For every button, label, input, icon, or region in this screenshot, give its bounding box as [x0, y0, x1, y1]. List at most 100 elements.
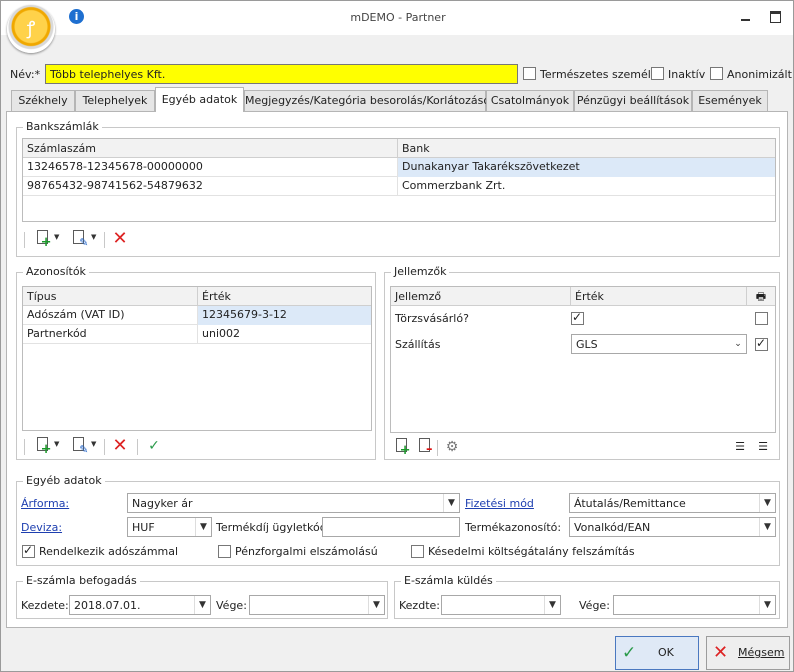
currency-link[interactable]: Deviza:: [21, 521, 62, 534]
table-row[interactable]: Szállítás GLS ⌄: [391, 332, 775, 358]
grid-header: Számlaszám Bank: [23, 139, 775, 158]
other-data-group: Egyéb adatok Árforma: Nagyker ár ▼ Fizet…: [16, 474, 780, 566]
chevron-down-icon[interactable]: ▼: [544, 596, 560, 614]
identifiers-toolbar: ▼ ▼ ✕ ✓: [22, 437, 202, 457]
account-number: 13246578-12345678-00000000: [23, 158, 398, 177]
chevron-down-icon[interactable]: ⌄: [730, 335, 746, 353]
tab-panel: Bankszámlák Számlaszám Bank 13246578-123…: [6, 111, 788, 628]
chevron-down-icon[interactable]: ▼: [54, 440, 59, 448]
check-icon: ✓: [622, 643, 637, 663]
add-doc-icon[interactable]: [393, 438, 410, 457]
grid-header: Típus Érték: [23, 287, 371, 306]
natural-person-checkbox[interactable]: [523, 67, 536, 80]
bank-name: Commerzbank Zrt.: [402, 179, 506, 192]
bank-name: Dunakanyar Takarékszövetkezet: [398, 158, 775, 177]
einvoice-send-start-label: Kezdte:: [399, 599, 440, 612]
chevron-down-icon[interactable]: ▼: [443, 494, 459, 512]
check-icon[interactable]: ✓: [146, 437, 162, 455]
delete-icon[interactable]: ✕: [112, 230, 128, 248]
chevron-down-icon[interactable]: ▼: [54, 233, 59, 241]
bank-accounts-group: Bankszámlák Számlaszám Bank 13246578-123…: [16, 120, 780, 257]
attr-flag-checkbox[interactable]: [755, 336, 768, 351]
remove-doc-icon[interactable]: [416, 438, 433, 456]
other-data-title: Egyéb adatok: [23, 474, 105, 487]
ok-button[interactable]: ✓ OK: [615, 636, 699, 670]
gear-icon[interactable]: ⚙: [444, 438, 460, 456]
cancel-button[interactable]: ✕ Mégsem: [706, 636, 790, 670]
add-doc-icon[interactable]: [34, 230, 51, 249]
col-bank[interactable]: Bank: [398, 139, 775, 158]
chevron-down-icon[interactable]: ▼: [759, 518, 775, 536]
tab-megjegyzes[interactable]: Megjegyzés/Kategória besorolás/Korlátozá…: [244, 90, 496, 112]
attr-flag-checkbox[interactable]: [755, 312, 768, 325]
chevron-down-icon[interactable]: ▼: [194, 596, 210, 614]
tab-esemenyek[interactable]: Események: [692, 90, 768, 112]
col-ertek[interactable]: Érték: [198, 287, 371, 306]
tab-telephelyek[interactable]: Telephelyek: [75, 90, 155, 112]
tab-egyeb-adatok[interactable]: Egyéb adatok: [155, 87, 244, 112]
delete-icon[interactable]: ✕: [112, 437, 128, 455]
arforma-link[interactable]: Árforma:: [21, 497, 69, 510]
table-row[interactable]: Partnerkód uni002: [23, 325, 371, 344]
attributes-grid: Jellemző Érték 🖶 Törzsvásárló? Szállítás…: [390, 286, 776, 433]
print-icon[interactable]: 🖶: [747, 287, 775, 306]
has-tax-number-label: Rendelkezik adószámmal: [39, 545, 179, 558]
chevron-down-icon[interactable]: ▼: [91, 233, 96, 241]
align-right-icon[interactable]: ☰: [732, 438, 748, 456]
shipping-select[interactable]: GLS ⌄: [571, 334, 747, 354]
currency-select[interactable]: HUF ▼: [127, 517, 212, 537]
cash-accounting-checkbox[interactable]: [218, 545, 231, 558]
attributes-title: Jellemzők: [391, 265, 450, 278]
product-id-select[interactable]: Vonalkód/EAN ▼: [569, 517, 776, 537]
einvoice-send-start-date[interactable]: ▼: [441, 595, 561, 615]
table-row[interactable]: 98765432-98741562-54879632 Commerzbank Z…: [23, 177, 775, 196]
bank-accounts-title: Bankszámlák: [23, 120, 102, 133]
minimize-button[interactable]: [739, 9, 753, 23]
anonymized-label: Anonimizált: [727, 68, 792, 81]
maximize-button[interactable]: [769, 9, 783, 23]
arforma-select[interactable]: Nagyker ár ▼: [127, 493, 460, 513]
einvoice-receive-start-date[interactable]: 2018.07.01. ▼: [69, 595, 211, 615]
late-fee-checkbox[interactable]: [411, 545, 424, 558]
anonymized-checkbox[interactable]: [710, 67, 723, 80]
arforma-value: Nagyker ár: [132, 497, 193, 510]
col-szamlaszam[interactable]: Számlaszám: [23, 139, 398, 158]
currency-value: HUF: [132, 521, 155, 534]
chevron-down-icon[interactable]: ▼: [91, 440, 96, 448]
payment-method-select[interactable]: Átutalás/Remittance ▼: [569, 493, 776, 513]
payment-method-link[interactable]: Fizetési mód: [465, 497, 534, 510]
chevron-down-icon[interactable]: ▼: [195, 518, 211, 536]
einvoice-receive-title: E-számla befogadás: [23, 574, 140, 587]
bank-toolbar: ▼ ▼ ✕: [22, 230, 162, 250]
col-jellemzo[interactable]: Jellemző: [391, 287, 571, 306]
tab-penzugyi[interactable]: Pénzügyi beállítások: [574, 90, 692, 112]
edit-doc-icon[interactable]: [70, 437, 89, 455]
chevron-down-icon[interactable]: ▼: [759, 596, 775, 614]
col-tipus[interactable]: Típus: [23, 287, 198, 306]
product-fee-input[interactable]: [322, 517, 460, 537]
ok-label: OK: [658, 646, 674, 659]
add-doc-icon[interactable]: [34, 437, 51, 456]
chevron-down-icon[interactable]: ▼: [368, 596, 384, 614]
einvoice-send-title: E-számla küldés: [401, 574, 496, 587]
has-tax-number-checkbox[interactable]: [22, 543, 35, 558]
late-fee-label: Késedelmi költségátalány felszámítás: [428, 545, 635, 558]
tab-csatolmanyok[interactable]: Csatolmányok: [486, 90, 574, 112]
table-row[interactable]: Adószám (VAT ID) 12345679-3-12: [23, 306, 371, 325]
chevron-down-icon[interactable]: ▼: [759, 494, 775, 512]
einvoice-receive-end-date[interactable]: ▼: [249, 595, 385, 615]
payment-method-value: Átutalás/Remittance: [574, 497, 686, 510]
window-title: mDEMO - Partner: [350, 11, 446, 24]
natural-person-label: Természetes személy: [540, 68, 658, 81]
tab-szekhely[interactable]: Székhely: [11, 90, 75, 112]
align-left-icon[interactable]: ☰: [755, 438, 771, 456]
col-ertek[interactable]: Érték: [571, 287, 747, 306]
table-row[interactable]: Törzsvásárló?: [391, 306, 775, 332]
table-row[interactable]: 13246578-12345678-00000000 Dunakanyar Ta…: [23, 158, 775, 177]
einvoice-send-end-date[interactable]: ▼: [613, 595, 776, 615]
name-input[interactable]: Több telephelyes Kft.: [45, 64, 518, 84]
bank-accounts-grid: Számlaszám Bank 13246578-12345678-000000…: [22, 138, 776, 222]
edit-doc-icon[interactable]: [70, 230, 89, 248]
inactive-checkbox[interactable]: [651, 67, 664, 80]
attr-value-checkbox[interactable]: [571, 310, 584, 325]
